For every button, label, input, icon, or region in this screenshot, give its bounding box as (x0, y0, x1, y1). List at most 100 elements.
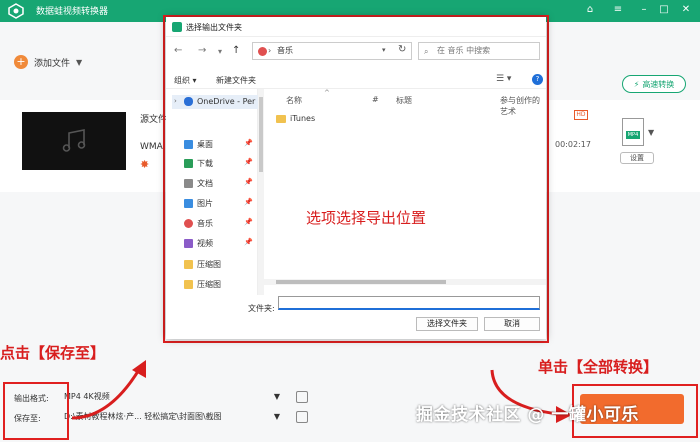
new-folder-button[interactable]: 新建文件夹 (216, 75, 256, 86)
forward-arrow-icon[interactable]: → (198, 45, 206, 56)
nav-item-folder[interactable]: 压缩图 (184, 259, 221, 270)
chevron-down-icon[interactable]: ▼ (648, 128, 654, 137)
dialog-title: 选择输出文件夹 (186, 23, 242, 32)
desktop-icon (184, 140, 193, 149)
refresh-icon[interactable]: ↻ (398, 44, 406, 55)
source-format-label: WMA (140, 142, 163, 152)
download-icon (184, 159, 193, 168)
video-thumbnail[interactable] (22, 112, 126, 170)
watermark-text: 掘金技术社区 @ 一罐小可乐 (416, 405, 639, 425)
settings-button[interactable]: 设置 (620, 152, 654, 164)
target-format-button[interactable]: MP4 (622, 118, 644, 146)
nav-item-onedrive[interactable]: OneDrive - Per (184, 97, 255, 106)
chevron-right-icon: › (268, 46, 272, 55)
folder-field-label: 文件夹: (248, 304, 275, 313)
chevron-right-icon[interactable]: › (174, 97, 177, 105)
pin-icon: 📌 (244, 198, 253, 206)
list-item[interactable]: iTunes (276, 114, 315, 123)
up-arrow-icon[interactable]: ↑ (232, 45, 240, 56)
column-header-name[interactable]: 名称 (286, 95, 302, 106)
document-icon (184, 179, 193, 188)
pin-icon: 📌 (244, 238, 253, 246)
address-bar[interactable]: 音乐 (252, 42, 412, 60)
column-header-artist[interactable]: 参与创作的艺术 (500, 95, 546, 117)
nav-item-label: 视频 (197, 239, 213, 248)
plus-icon: + (14, 55, 28, 69)
nav-item-label: 音乐 (197, 219, 213, 228)
folder-input[interactable] (278, 296, 540, 310)
nav-item-downloads[interactable]: 下载 (184, 158, 213, 169)
folder-icon (276, 114, 286, 123)
video-icon (184, 239, 193, 248)
annotation-choose-location: 选项选择导出位置 (306, 209, 427, 227)
help-icon[interactable]: ? (532, 74, 543, 85)
nav-item-label: 桌面 (197, 140, 213, 149)
cancel-button[interactable]: 取消 (484, 317, 540, 331)
menu-icon[interactable]: ≡ (610, 2, 626, 18)
music-icon (184, 219, 193, 228)
navigation-bar: ← → ▾ ↑ 音乐 › ▾ ↻ 在 音乐 中搜索 ⌕ (166, 39, 546, 63)
duration-text: 00:02:17 (555, 140, 591, 149)
nav-item-label: 压缩图 (197, 260, 221, 269)
select-folder-dialog: 选择输出文件夹 ← → ▾ ↑ 音乐 › ▾ ↻ 在 音乐 中搜索 ⌕ 组织 ▾… (166, 17, 546, 339)
nav-item-folder[interactable]: 压缩图 (184, 279, 221, 290)
music-folder-icon (258, 47, 267, 56)
nav-item-label: 文档 (197, 179, 213, 188)
effect-icon[interactable]: ✸ (140, 158, 149, 171)
pin-icon: 📌 (244, 178, 253, 186)
annotation-convert-all: 单击【全部转换】 (538, 358, 659, 376)
music-note-icon (62, 129, 86, 152)
command-bar: 组织 ▾ 新建文件夹 ☰ ▾ ? (166, 69, 546, 89)
annotation-save-to: 点击【保存至】 (0, 344, 106, 362)
back-arrow-icon[interactable]: ← (174, 45, 182, 56)
minimize-button[interactable]: – (636, 2, 652, 18)
close-button[interactable]: ✕ (678, 2, 694, 18)
chevron-down-icon: ▼ (273, 411, 280, 421)
lightning-icon: ⚡ (633, 79, 640, 89)
cloud-icon (184, 97, 193, 106)
hd-icon: HD (574, 110, 588, 120)
nav-item-label: 下载 (197, 159, 213, 168)
nav-scrollbar-thumb[interactable] (259, 97, 263, 172)
view-options-icon[interactable]: ☰ ▾ (496, 74, 511, 84)
chevron-down-icon: ▼ (273, 391, 280, 401)
column-header-title[interactable]: 标题 (396, 95, 412, 106)
pin-icon: 📌 (244, 218, 253, 226)
nav-item-label: 压缩图 (197, 280, 221, 289)
list-item-label: iTunes (290, 114, 316, 123)
organize-menu[interactable]: 组织 ▾ (174, 75, 197, 86)
app-title: 数据蛙视频转换器 (36, 7, 109, 17)
chevron-down-icon[interactable]: ▼ (76, 58, 82, 67)
picture-icon (184, 199, 193, 208)
format-settings-icon[interactable] (296, 391, 308, 403)
mp4-badge: MP4 (626, 131, 640, 139)
app-logo-icon (8, 3, 24, 19)
add-file-label: 添加文件 (34, 58, 71, 69)
search-icon: ⌕ (424, 47, 429, 56)
nav-item-videos[interactable]: 视频 (184, 238, 213, 249)
open-folder-icon[interactable] (296, 411, 308, 423)
horizontal-scrollbar-thumb[interactable] (276, 280, 446, 284)
maximize-button[interactable]: □ (656, 2, 672, 18)
nav-item-label: 图片 (197, 199, 213, 208)
sort-arrow-icon: ^ (324, 89, 330, 97)
chevron-down-icon[interactable]: ▾ (218, 47, 222, 56)
pin-icon: 📌 (244, 139, 253, 147)
folder-icon (184, 260, 193, 269)
dialog-titlebar: 选择输出文件夹 (166, 17, 546, 37)
nav-item-desktop[interactable]: 桌面 (184, 139, 213, 150)
folder-icon (184, 280, 193, 289)
chevron-down-icon[interactable]: ▾ (382, 46, 386, 54)
fast-convert-label: 高速转换 (642, 79, 675, 89)
cart-icon[interactable]: ⌂ (582, 2, 598, 18)
select-folder-button[interactable]: 选择文件夹 (416, 317, 478, 331)
nav-item-label: OneDrive - Per (197, 97, 256, 106)
add-file-button[interactable]: + 添加文件 ▼ (14, 55, 82, 69)
nav-item-pictures[interactable]: 图片 (184, 198, 213, 209)
nav-item-music[interactable]: 音乐 (184, 218, 213, 229)
fast-convert-button[interactable]: ⚡ 高速转换 (622, 75, 686, 93)
column-header-number[interactable]: # (372, 95, 379, 104)
app-icon (172, 22, 182, 32)
search-input[interactable]: 在 音乐 中搜索 (418, 42, 540, 60)
nav-item-documents[interactable]: 文档 (184, 178, 213, 189)
